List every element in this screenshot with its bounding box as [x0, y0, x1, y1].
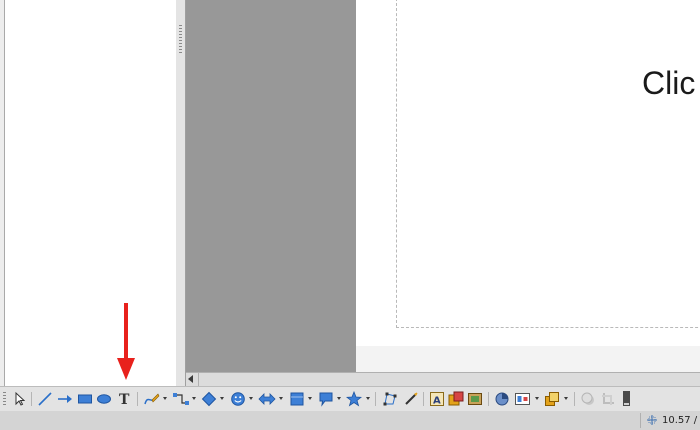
status-bar: 10.57 / 3 — [0, 411, 700, 430]
position-size-icon — [647, 415, 657, 425]
connector-dropdown-icon[interactable] — [192, 397, 196, 400]
scroll-left-icon — [188, 375, 193, 383]
slide-thumbnail-area[interactable] — [4, 0, 177, 386]
crop-icon — [602, 393, 614, 405]
pane-splitter[interactable] — [176, 0, 186, 386]
select-icon[interactable] — [13, 391, 25, 407]
line-icon[interactable] — [37, 391, 53, 407]
splitter-grip[interactable] — [179, 25, 182, 53]
extrusion-icon[interactable] — [494, 391, 510, 407]
text-icon[interactable]: T — [117, 391, 133, 407]
toolbar-separator — [488, 392, 489, 406]
fontwork-icon[interactable]: A — [429, 391, 445, 407]
rectangle-icon[interactable] — [77, 391, 93, 407]
symbol-shapes-dropdown-icon[interactable] — [249, 397, 253, 400]
slide-page[interactable]: Clic — [356, 0, 700, 346]
annotation-arrow-icon — [117, 303, 135, 380]
svg-text:T: T — [119, 392, 130, 407]
curve-icon[interactable] — [143, 391, 161, 407]
shadow-icon — [581, 392, 594, 405]
toolbar-grip[interactable] — [3, 392, 6, 406]
from-file-icon[interactable] — [448, 391, 464, 407]
flowchart-dropdown-icon[interactable] — [308, 397, 312, 400]
toolbar-separator — [423, 392, 424, 406]
basic-shapes-icon[interactable] — [201, 391, 217, 407]
horizontal-scrollbar[interactable] — [186, 372, 700, 387]
flowchart-icon[interactable] — [289, 391, 305, 407]
align-dropdown-icon[interactable] — [535, 397, 539, 400]
callouts-dropdown-icon[interactable] — [337, 397, 341, 400]
block-arrows-dropdown-icon[interactable] — [279, 397, 283, 400]
scroll-left-button[interactable] — [186, 373, 199, 386]
gallery-icon[interactable] — [467, 391, 483, 407]
arrow-line-icon[interactable] — [56, 391, 74, 407]
connector-icon[interactable] — [172, 391, 190, 407]
drawing-toolbar: T A — [0, 386, 700, 412]
callouts-icon[interactable] — [318, 391, 334, 407]
toolbar-separator — [375, 392, 376, 406]
block-arrows-icon[interactable] — [258, 391, 276, 407]
align-icon[interactable] — [514, 391, 532, 407]
toolbar-separator — [137, 392, 138, 406]
slides-pane — [0, 0, 177, 386]
symbol-shapes-icon[interactable] — [230, 391, 246, 407]
toolbar-separator — [574, 392, 575, 406]
arrange-dropdown-icon[interactable] — [564, 397, 568, 400]
glue-points-icon[interactable] — [403, 391, 419, 407]
ellipse-icon[interactable] — [96, 391, 112, 407]
title-placeholder-text[interactable]: Clic — [642, 65, 695, 102]
stars-icon[interactable] — [346, 391, 362, 407]
stars-dropdown-icon[interactable] — [366, 397, 370, 400]
status-separator — [640, 413, 641, 428]
curve-dropdown-icon[interactable] — [163, 397, 167, 400]
svg-text:A: A — [433, 396, 441, 407]
points-icon[interactable] — [382, 391, 398, 407]
basic-shapes-dropdown-icon[interactable] — [220, 397, 224, 400]
toolbar-overflow-icon[interactable] — [622, 390, 632, 406]
slide-canvas[interactable]: Clic — [356, 0, 700, 372]
arrange-icon[interactable] — [544, 391, 560, 407]
position-size-text: 10.57 / 3 — [662, 415, 700, 426]
workspace-background — [186, 0, 356, 372]
title-placeholder-box[interactable]: Clic — [396, 0, 700, 328]
toolbar-separator — [31, 392, 32, 406]
